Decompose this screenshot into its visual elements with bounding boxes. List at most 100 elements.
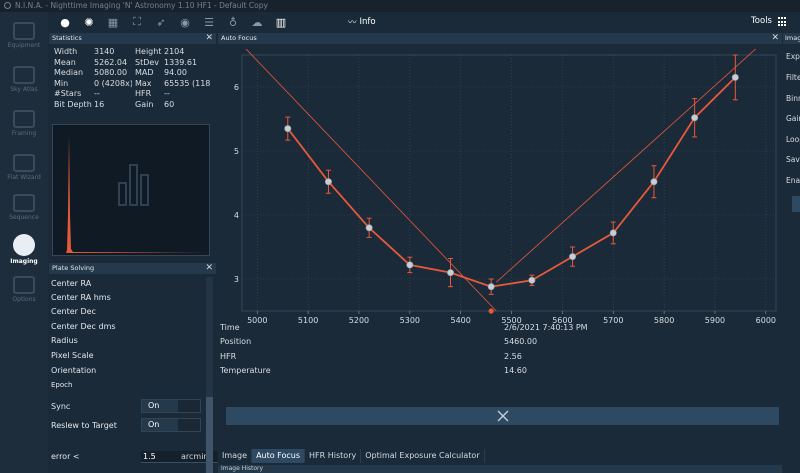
minimum-marker bbox=[488, 308, 494, 314]
data-point bbox=[406, 261, 414, 269]
y-tick-label: 6 bbox=[234, 83, 239, 92]
image-row-filter: Filte bbox=[786, 73, 800, 82]
radius-label: Radius bbox=[51, 336, 78, 345]
tab-hfr-history[interactable]: HFR History bbox=[305, 449, 362, 463]
data-point bbox=[691, 114, 699, 122]
x-icon bbox=[497, 410, 508, 422]
bulb-icon[interactable]: ♁ bbox=[226, 15, 240, 29]
image-row-save: Save bbox=[786, 155, 800, 164]
toggle-knob bbox=[178, 400, 200, 412]
title-bar: N.I.N.A. - Nighttime Imaging 'N' Astrono… bbox=[0, 0, 800, 12]
statistics-header: Statistics ✕ bbox=[49, 33, 216, 44]
stat-row: Bit Depth 16 Gain 60 bbox=[54, 99, 175, 109]
line-chart-icon: 〰 bbox=[348, 18, 357, 28]
plate-solving-panel: Plate Solving ✕ Center RA Center RA hms C… bbox=[49, 263, 227, 473]
histogram bbox=[52, 124, 210, 256]
circle-icon[interactable]: ● bbox=[58, 15, 72, 29]
close-icon[interactable]: ✕ bbox=[205, 33, 213, 44]
auto-focus-panel: Auto Focus ✕ 5000 5100 5200 5300 5400 5500 5600… bbox=[218, 33, 782, 461]
plate-solving-header: Plate Solving ✕ bbox=[49, 263, 216, 274]
y-tick-label: 4 bbox=[234, 211, 239, 220]
imaging-icon bbox=[13, 234, 35, 256]
sync-label: Sync bbox=[51, 402, 71, 411]
center-dec-label: Center Dec bbox=[51, 307, 96, 316]
image-row-gain: Gain bbox=[786, 114, 800, 123]
histogram-placeholder-icon bbox=[118, 164, 149, 206]
histogram-plot bbox=[66, 135, 209, 253]
statistics-table: Width 3140 Height 2104 Mean 5262.04 StDev 1339… bbox=[52, 47, 214, 110]
data-point bbox=[569, 253, 577, 261]
x-tick-label: 5100 bbox=[298, 316, 318, 325]
sidebar-item-sequence[interactable]: Sequence bbox=[0, 192, 48, 228]
image-action-button[interactable] bbox=[792, 196, 800, 212]
tab-optimal-exposure-calculator[interactable]: Optimal Exposure Calculator bbox=[361, 449, 485, 463]
scrollbar[interactable] bbox=[206, 277, 213, 473]
sidebar-item-framing[interactable]: Framing bbox=[0, 108, 48, 144]
center-dec-dms-label: Center Dec dms bbox=[51, 322, 116, 331]
auto-focus-chart: 5000 5100 5200 5300 5400 5500 5600 5700 5800 5900… bbox=[230, 49, 782, 345]
tab-image[interactable]: Image bbox=[218, 449, 253, 463]
aperture-icon[interactable]: ✺ bbox=[82, 15, 96, 29]
stat-row: #Stars -- HFR -- bbox=[54, 89, 170, 98]
detail-row-time: Time 2/6/2021 7:40:13 PM bbox=[220, 323, 588, 332]
image-row-loop: Loop bbox=[786, 135, 800, 144]
info-button[interactable]: 〰 Info bbox=[348, 15, 376, 29]
pixel-scale-label: Pixel Scale bbox=[51, 351, 94, 360]
reslew-toggle[interactable]: On bbox=[141, 418, 201, 432]
error-unit: arcmin bbox=[181, 452, 209, 461]
data-point bbox=[365, 224, 373, 232]
sidebar-item-equipment[interactable]: Equipment bbox=[0, 20, 48, 56]
x-tick-label: 5800 bbox=[654, 316, 674, 325]
flat-wizard-icon bbox=[13, 154, 35, 172]
center-ra-hms-label: Center RA hms bbox=[51, 293, 111, 302]
stat-row: Mean 5262.04 StDev 1339.61 bbox=[54, 57, 198, 67]
sidebar-item-imaging[interactable]: Imaging bbox=[0, 232, 48, 268]
tools-grid-icon[interactable] bbox=[778, 17, 788, 27]
cancel-autofocus-button[interactable] bbox=[226, 407, 779, 425]
window-title: N.I.N.A. - Nighttime Imaging 'N' Astrono… bbox=[15, 1, 268, 10]
cloud-icon[interactable]: ☁ bbox=[250, 15, 264, 29]
data-point bbox=[609, 229, 617, 237]
pin-icon[interactable]: ➶ bbox=[154, 15, 168, 29]
plot-frame bbox=[241, 54, 777, 312]
epoch-label: Epoch bbox=[51, 381, 73, 389]
x-tick-label: 5400 bbox=[451, 316, 471, 325]
orientation-label: Orientation bbox=[51, 366, 97, 375]
tab-auto-focus[interactable]: Auto Focus bbox=[252, 449, 306, 463]
target-icon[interactable]: ◉ bbox=[178, 15, 192, 29]
image-history-header: Image History bbox=[218, 465, 782, 473]
image-settings-panel: Image Expo Filte Binn Gain Loop Save Ena… bbox=[783, 33, 800, 473]
x-tick-label: 5000 bbox=[247, 316, 267, 325]
x-tick-label: 5700 bbox=[603, 316, 623, 325]
bar-chart-icon[interactable]: ▥ bbox=[274, 15, 288, 29]
app-logo-icon bbox=[4, 2, 11, 9]
x-tick-label: 5300 bbox=[400, 316, 420, 325]
auto-focus-header: Auto Focus ✕ bbox=[218, 33, 782, 44]
sidebar-item-options[interactable]: Options bbox=[0, 274, 48, 310]
data-point bbox=[324, 178, 332, 186]
error-label: error < bbox=[51, 452, 80, 461]
sync-toggle[interactable]: On bbox=[141, 399, 201, 413]
grid-icon[interactable]: ▦ bbox=[106, 15, 120, 29]
data-point bbox=[731, 73, 739, 81]
tools-button[interactable]: Tools bbox=[751, 16, 772, 26]
sidebar-item-sky-atlas[interactable]: Sky Atlas bbox=[0, 64, 48, 100]
data-point bbox=[487, 283, 495, 291]
stat-row: Median 5080.00 MAD 94.00 bbox=[54, 68, 187, 77]
auto-focus-plot: 5000 5100 5200 5300 5400 5500 5600 5700 5800 5900… bbox=[234, 49, 777, 325]
framing-icon bbox=[13, 110, 35, 128]
data-point bbox=[284, 125, 292, 133]
close-icon[interactable]: ✕ bbox=[205, 263, 213, 274]
image-row-binning: Binn bbox=[786, 94, 800, 103]
close-icon[interactable]: ✕ bbox=[771, 33, 779, 44]
image-settings-header: Image bbox=[783, 33, 800, 44]
list-icon[interactable]: ☰ bbox=[202, 15, 216, 29]
toggle-knob bbox=[178, 419, 200, 431]
expand-icon[interactable]: ⛶ bbox=[130, 15, 144, 29]
detail-row-hfr: HFR 2.56 bbox=[220, 352, 522, 361]
image-row-exposure: Expo bbox=[786, 52, 800, 61]
sidebar-item-flat-wizard[interactable]: Flat Wizard bbox=[0, 152, 48, 188]
x-tick-label: 5200 bbox=[349, 316, 369, 325]
scrollbar-thumb[interactable] bbox=[206, 397, 213, 473]
data-point bbox=[650, 178, 658, 186]
